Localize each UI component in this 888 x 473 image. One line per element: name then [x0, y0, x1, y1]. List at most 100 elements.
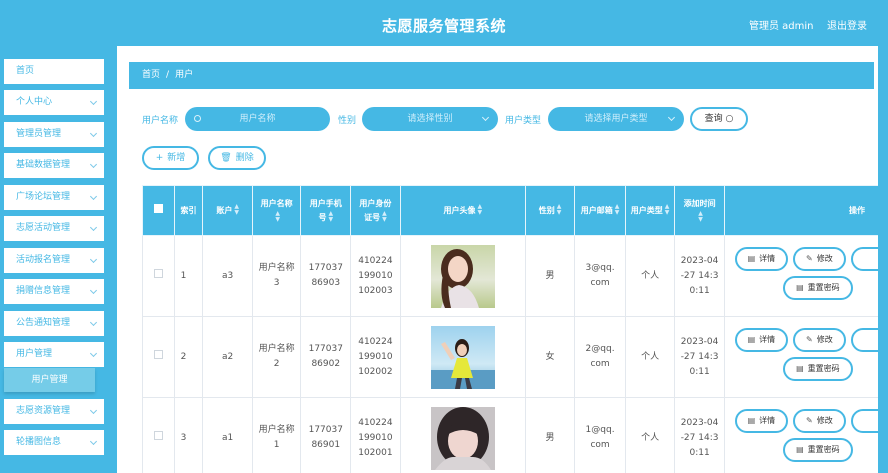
edit-button[interactable]: ✎ 修改 — [792, 409, 846, 433]
row-checkbox[interactable] — [153, 430, 163, 440]
row-select-cell — [142, 397, 175, 473]
cell-gender: 女 — [524, 316, 576, 398]
reset-password-button[interactable]: ▤ 重置密码 — [782, 276, 853, 300]
cell-idcard: 410224199010102003 — [350, 235, 401, 317]
cell-type: 个人 — [624, 316, 676, 398]
column-header[interactable]: 用户手机号 ▲ ▼ — [300, 185, 352, 236]
column-header[interactable]: 添加时间 ▲ ▼ — [674, 185, 725, 236]
plus-icon: + — [155, 153, 164, 163]
sidebar-item-forum[interactable]: 广场论坛管理 — [4, 185, 104, 210]
chevron-down-icon — [89, 437, 98, 446]
document-icon: ▤ — [796, 283, 804, 292]
cell-type: 个人 — [624, 397, 676, 473]
column-header[interactable]: 用户邮箱 ▲ ▼ — [574, 185, 626, 236]
column-header[interactable]: 用户类型 ▲ ▼ — [624, 185, 676, 236]
detail-button[interactable]: ▤ 详情 — [734, 328, 788, 352]
edit-button-label: 修改 — [816, 335, 833, 344]
sidebar-item-label: 个人中心 — [16, 97, 53, 107]
sort-icon[interactable]: ▲ ▼ — [557, 204, 562, 216]
name-search-input[interactable]: 用户名称 — [185, 107, 330, 131]
select-all-checkbox[interactable] — [153, 203, 163, 213]
sidebar-item-carousel[interactable]: 轮播图信息 — [4, 430, 104, 455]
cell-actions: ▤ 详情 ✎ 修改 ▤ 重置密码 — [723, 235, 888, 317]
cell-index: 1 — [173, 235, 204, 317]
query-button[interactable]: 查询 ○ — [690, 107, 748, 131]
column-header[interactable]: 用户名称 ▲ ▼ — [251, 185, 302, 236]
sort-icon[interactable]: ▲ ▼ — [477, 204, 482, 216]
user-type-label: 用户类型 — [505, 116, 542, 126]
row-select-cell — [142, 235, 175, 317]
row-checkbox[interactable] — [153, 349, 163, 359]
name-search-label: 用户名称 — [142, 116, 179, 126]
search-icon: ○ — [725, 114, 734, 124]
sort-icon[interactable]: ▲ ▼ — [382, 211, 387, 223]
name-search-placeholder: 用户名称 — [239, 114, 276, 124]
column-header-label: 用户头像 — [443, 205, 476, 215]
breadcrumb-current: 用户 — [175, 70, 194, 80]
logout-link[interactable]: 退出登录 — [827, 17, 867, 32]
sidebar-item-profile[interactable]: 个人中心 — [4, 90, 104, 115]
detail-button-label: 详情 — [759, 335, 776, 344]
gender-label: 性别 — [338, 116, 357, 126]
edit-icon: ✎ — [806, 254, 813, 263]
sidebar-item-label: 志愿活动管理 — [16, 223, 71, 233]
column-header[interactable]: 性别 ▲ ▼ — [524, 185, 576, 236]
sidebar-item-activities[interactable]: 志愿活动管理 — [4, 216, 104, 241]
cell-email: 3@qq.com — [574, 235, 626, 317]
cell-avatar — [399, 316, 526, 398]
column-header: 操作 — [723, 185, 888, 236]
sort-icon[interactable]: ▲ ▼ — [275, 211, 280, 223]
detail-button-label: 详情 — [759, 416, 776, 425]
gender-select[interactable]: 请选择性别 — [362, 107, 498, 131]
add-button[interactable]: + 新增 — [142, 146, 199, 170]
column-header[interactable]: 账户 ▲ ▼ — [202, 185, 253, 236]
sidebar-item-basic-data[interactable]: 基础数据管理 — [4, 153, 104, 178]
sort-icon[interactable]: ▲ ▼ — [615, 204, 620, 216]
sort-icon[interactable]: ▲ ▼ — [234, 204, 239, 216]
sort-icon[interactable]: ▲ ▼ — [665, 204, 670, 216]
reset-password-button-label: 重置密码 — [807, 283, 840, 292]
sidebar-item-resources[interactable]: 志愿资源管理 — [4, 399, 104, 424]
gender-select-placeholder: 请选择性别 — [407, 114, 453, 124]
sort-icon[interactable]: ▲ ▼ — [698, 211, 703, 223]
cell-name: 用户名称1 — [251, 397, 302, 473]
detail-button-label: 详情 — [759, 254, 776, 263]
column-header[interactable]: 用户身份证号 ▲ ▼ — [350, 185, 401, 236]
row-checkbox[interactable] — [153, 268, 163, 278]
sidebar-item-notices[interactable]: 公告通知管理 — [4, 311, 104, 336]
vertical-scrollbar[interactable] — [878, 46, 888, 473]
cell-gender: 男 — [524, 235, 576, 317]
cell-avatar — [399, 397, 526, 473]
sidebar-item-admins[interactable]: 管理员管理 — [4, 122, 104, 147]
detail-button[interactable]: ▤ 详情 — [734, 409, 788, 433]
sidebar-item-users[interactable]: 用户管理 — [4, 342, 104, 367]
chevron-down-icon — [89, 318, 98, 327]
column-header-label: 用户名称 — [260, 198, 293, 208]
chevron-down-icon — [89, 97, 98, 106]
chevron-down-icon — [89, 406, 98, 415]
sidebar-item-label: 轮播图信息 — [16, 437, 62, 447]
edit-button[interactable]: ✎ 修改 — [792, 247, 846, 271]
table-header-row: 索引 账户 ▲ ▼ 用户名称 ▲ ▼ 用户手机号 ▲ ▼ 用户身份证号 ▲ ▼ 用户头像 ▲ ▼ 性… — [142, 185, 888, 236]
cell-actions: ▤ 详情 ✎ 修改 ▤ 重置密码 — [723, 316, 888, 398]
sidebar-item-label: 广场论坛管理 — [16, 192, 71, 202]
cell-index: 2 — [173, 316, 204, 398]
sidebar-subitem-user-management[interactable]: 用户管理 — [4, 368, 95, 392]
reset-password-button[interactable]: ▤ 重置密码 — [782, 357, 853, 381]
edit-button-label: 修改 — [816, 254, 833, 263]
user-type-select[interactable]: 请选择用户类型 — [548, 107, 684, 131]
cell-phone: 17703786901 — [300, 397, 352, 473]
sort-icon[interactable]: ▲ ▼ — [328, 211, 333, 223]
sidebar-item-registrations[interactable]: 活动报名管理 — [4, 248, 104, 273]
detail-button[interactable]: ▤ 详情 — [734, 247, 788, 271]
cell-actions: ▤ 详情 ✎ 修改 ▤ 重置密码 — [723, 397, 888, 473]
reset-password-button[interactable]: ▤ 重置密码 — [782, 438, 853, 462]
breadcrumb: 首页 / 用户 — [129, 62, 874, 89]
chevron-down-icon — [89, 129, 98, 138]
edit-button[interactable]: ✎ 修改 — [792, 328, 846, 352]
sidebar-item-home[interactable]: 首页 — [4, 59, 104, 84]
column-header[interactable]: 用户头像 ▲ ▼ — [399, 185, 526, 236]
sidebar-item-donations[interactable]: 捐赠信息管理 — [4, 279, 104, 304]
delete-button[interactable]: 🗑 删除 — [208, 146, 266, 170]
breadcrumb-home[interactable]: 首页 — [142, 70, 160, 80]
